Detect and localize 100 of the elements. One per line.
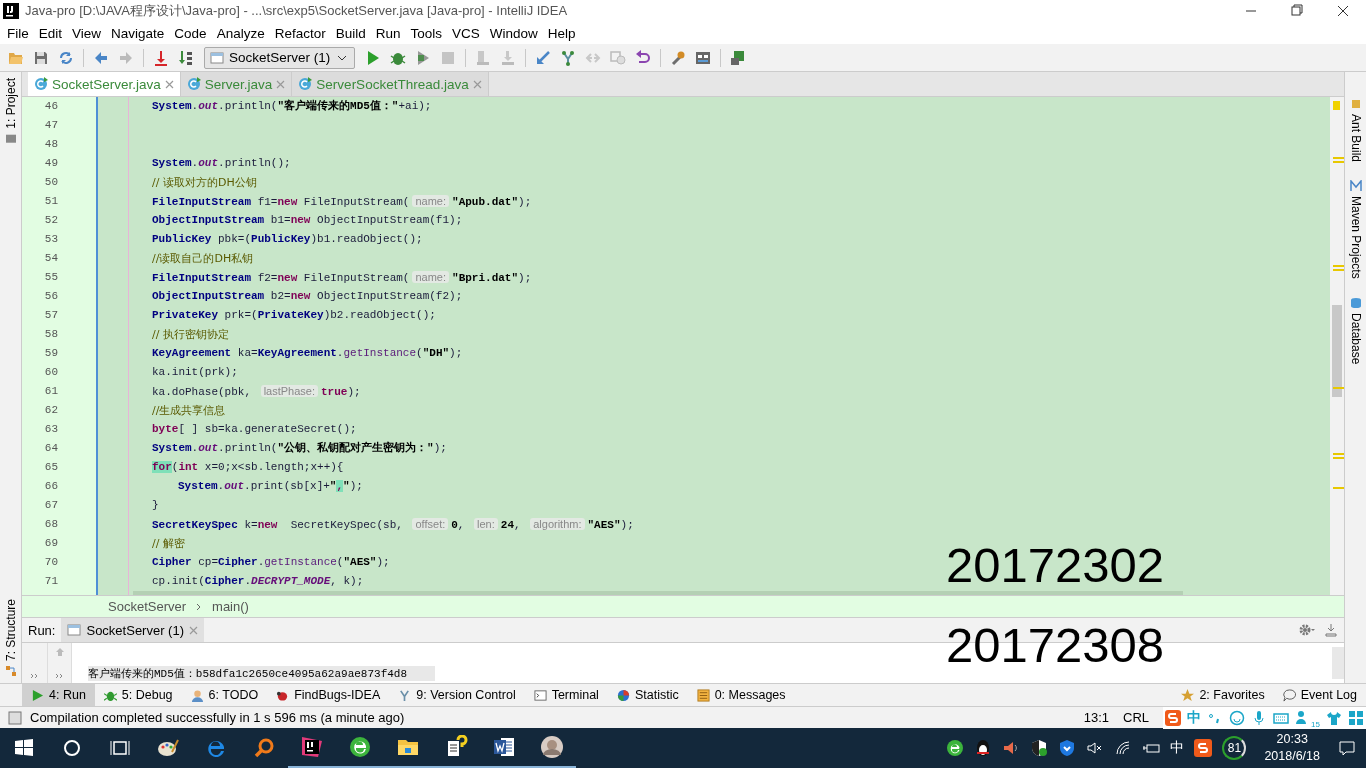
menu-item[interactable]: File <box>2 25 34 41</box>
browser-e-icon[interactable] <box>348 735 372 759</box>
tool-window-button[interactable]: Event Log <box>1273 684 1366 706</box>
clock[interactable]: 20:33 2018/6/18 <box>1256 731 1328 765</box>
window-icon <box>67 624 82 636</box>
breadcrumb[interactable]: SocketServer <box>108 599 187 614</box>
console-output: 客户端传来的MD5值：b58dfa1c2650ce4095a62a9ae873f4d8 <box>88 666 436 681</box>
tool-window-button[interactable]: Ant Build <box>1348 98 1363 163</box>
input-language[interactable]: 中 <box>1170 739 1185 757</box>
tool-window-button[interactable]: 0: Messages <box>687 684 795 706</box>
avatar-icon[interactable] <box>540 735 564 759</box>
double-chevron-icon[interactable] <box>54 671 65 681</box>
hide-panel-icon[interactable] <box>1324 623 1338 637</box>
caret-position[interactable]: 13:1 <box>1083 710 1110 725</box>
menu-item[interactable]: VCS <box>447 25 485 41</box>
tool-window-button[interactable]: 1: Project <box>3 78 18 145</box>
run-config-dropdown[interactable]: SocketServer (1) <box>204 46 356 69</box>
menu-item[interactable]: Window <box>484 25 543 41</box>
line-number: 47 <box>43 118 59 133</box>
tool-window-button[interactable]: 9: Version Control <box>389 684 525 706</box>
menu-item[interactable]: View <box>67 25 107 41</box>
shield-icon[interactable] <box>1030 739 1049 757</box>
line-number: 64 <box>43 441 59 456</box>
tool-window-button[interactable]: 6: TODO <box>181 684 268 706</box>
code-line: ka.init(prk); <box>152 365 238 380</box>
menu-item[interactable]: Refactor <box>269 25 331 41</box>
tool-window-button[interactable]: 4: Run <box>22 684 95 706</box>
notification-icon[interactable] <box>1338 739 1356 757</box>
panel-toggle-icon[interactable] <box>8 710 22 725</box>
line-number: 71 <box>43 574 59 589</box>
code-line: PrivateKey prk=(PrivateKey)b2.readObject(); <box>152 308 436 323</box>
line-separator[interactable]: CRL <box>1123 710 1150 725</box>
tool-window-button[interactable]: Database <box>1348 296 1363 365</box>
code-line: //生成共享信息 <box>152 403 226 419</box>
menu-item[interactable]: Analyze <box>211 25 270 41</box>
grid-icon[interactable] <box>1348 709 1364 726</box>
code-line: System.out.println("客户端传来的MD5值："+ai); <box>152 98 432 114</box>
code-line: FileInputStream f2=new FileInputStream( name: "Bpri.dat"); <box>152 270 532 286</box>
battery-gauge[interactable]: 81 <box>1222 736 1247 760</box>
menu-item[interactable]: Navigate <box>106 25 170 41</box>
file-tab[interactable]: SocketServer.java <box>28 72 181 96</box>
line-number: 50 <box>43 175 59 190</box>
line-number: 48 <box>43 137 59 152</box>
line-number: 61 <box>43 384 59 399</box>
word-icon[interactable] <box>492 735 516 759</box>
app-logo-icon <box>3 3 19 19</box>
terminal-icon <box>533 688 547 702</box>
s-logo-icon[interactable] <box>1194 739 1213 757</box>
menu-item[interactable]: Help <box>542 25 581 41</box>
line-number: 52 <box>43 213 59 228</box>
code-line: FileInputStream f1=new FileInputStream( name: "Apub.dat"); <box>152 194 532 210</box>
menu-item[interactable]: Edit <box>33 25 68 41</box>
line-number: 57 <box>43 308 59 323</box>
code-line: // 读取对方的DH公钥 <box>152 175 257 191</box>
line-number: 54 <box>43 251 59 266</box>
line-number: 58 <box>43 327 59 342</box>
tool-window-button[interactable]: 2: Favorites <box>1172 684 1274 706</box>
tool-window-button[interactable]: Maven Projects <box>1348 180 1363 279</box>
line-number: 49 <box>43 156 59 171</box>
code-line: System.out.println(); <box>152 156 291 171</box>
ide-logo-icon[interactable] <box>300 735 324 759</box>
line-number: 65 <box>43 460 59 475</box>
menu-item[interactable]: Run <box>370 25 406 41</box>
line-number: 60 <box>43 365 59 380</box>
menu-item[interactable]: Build <box>330 25 371 41</box>
code-line: Cipher cp=Cipher.getInstance("AES"); <box>152 555 390 570</box>
tool-window-button[interactable]: Statistic <box>607 684 688 706</box>
code-line: for(int x=0;x<sb.length;x++){ <box>152 460 344 475</box>
line-number: 55 <box>43 270 59 285</box>
window-title: Java-pro [D:\JAVA程序设计\Java-pro] - ...\src\exp5\SocketServer.java [Java-pro] - IntelliJ IDEA <box>25 2 569 20</box>
structure-icon <box>4 665 17 677</box>
tool-window-button[interactable]: 5: Debug <box>94 684 182 706</box>
smiley-icon[interactable] <box>1229 709 1246 726</box>
person-icon <box>190 688 204 702</box>
menu-item[interactable]: Code <box>169 25 212 41</box>
browser-e-icon[interactable] <box>946 739 965 757</box>
code-line: KeyAgreement ka=KeyAgreement.getInstance("DH"); <box>152 346 463 361</box>
folder-icon <box>4 132 17 145</box>
tool-window-button[interactable]: Terminal <box>524 684 608 706</box>
shirt-icon[interactable] <box>1326 709 1342 726</box>
run-label: Run: <box>27 621 57 640</box>
code-line: //读取自己的DH私钥 <box>152 251 254 267</box>
code-line: cp.init(Cipher.DECRYPT_MODE, k); <box>152 574 364 589</box>
line-number: 51 <box>43 194 59 209</box>
tool-window-button[interactable]: FindBugs-IDEA <box>267 684 390 706</box>
code-line: ka.doPhase(pbk, lastPhase: true); <box>152 384 361 400</box>
tool-window-button[interactable]: 7: Structure <box>3 598 18 677</box>
double-chevron-icon[interactable] <box>29 671 40 681</box>
code-line: PublicKey pbk=(PublicKey)b1.readObject(); <box>152 232 423 247</box>
menu-item[interactable]: Tools <box>405 25 447 41</box>
star-icon <box>1181 688 1195 702</box>
run-tab[interactable]: SocketServer (1) <box>61 618 204 642</box>
breadcrumb[interactable]: main() <box>212 599 249 614</box>
magnifier-icon[interactable] <box>252 736 276 760</box>
shield-icon[interactable] <box>1058 739 1077 757</box>
messages-icon <box>696 688 710 702</box>
vertical-scrollbar[interactable] <box>1332 647 1344 679</box>
class-icon <box>34 77 48 91</box>
settings-icon[interactable] <box>1298 623 1316 637</box>
code-line: byte[ ] sb=ka.generateSecret(); <box>152 422 357 437</box>
